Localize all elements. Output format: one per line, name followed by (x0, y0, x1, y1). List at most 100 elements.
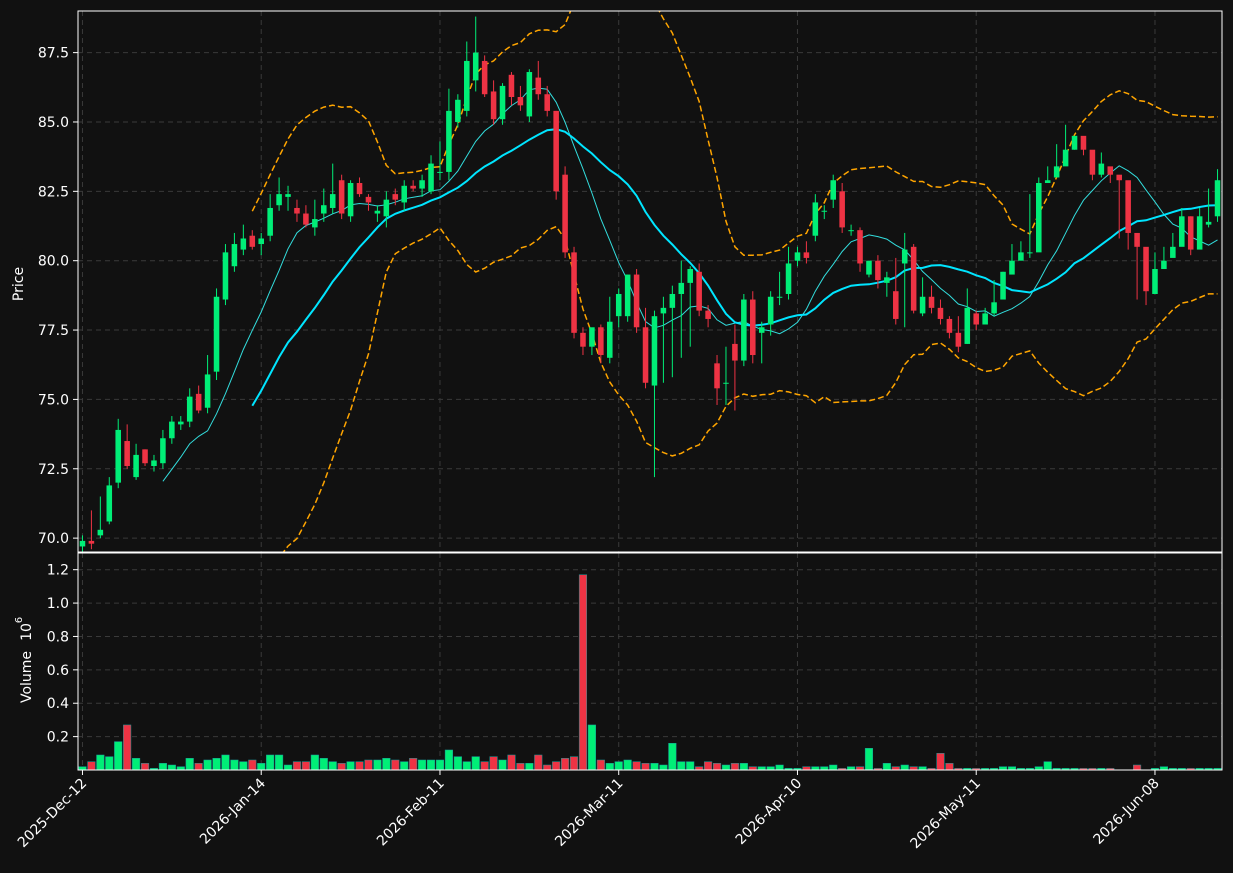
volume-bar (355, 761, 364, 770)
volume-bar (203, 759, 212, 770)
candle-body (428, 163, 434, 192)
volume-tick-label: 0.8 (47, 629, 69, 645)
candle-body (919, 296, 926, 314)
volume-bar (668, 743, 677, 770)
volume-bar (337, 763, 346, 770)
volume-bar (319, 758, 328, 770)
candle-body (88, 540, 95, 544)
candle-body (848, 230, 854, 232)
candle-body (204, 374, 211, 408)
candle-body (741, 299, 747, 361)
candle-body (1044, 180, 1051, 184)
volume-bar (507, 754, 516, 770)
candle-body (964, 307, 971, 344)
volume-bar (677, 761, 686, 770)
volume-tick-label: 1.2 (47, 563, 69, 579)
volume-bar (266, 754, 275, 770)
candle-body (276, 194, 282, 206)
candle-body (231, 244, 238, 267)
volume-tick-label: 1.0 (47, 596, 69, 612)
candle-body (240, 238, 247, 250)
candle-body (1098, 163, 1105, 175)
volume-bar (498, 759, 507, 770)
volume-bar (489, 756, 498, 770)
candle-body (437, 171, 443, 173)
volume-bar (855, 766, 865, 770)
candle-body (1170, 246, 1176, 258)
volume-bar (248, 759, 257, 770)
candle-body (1009, 260, 1015, 275)
volume-bar (534, 754, 543, 770)
volume-bar (1043, 761, 1052, 770)
candle-body (776, 296, 783, 298)
volume-bar (650, 763, 659, 770)
candle-body (544, 94, 550, 111)
volume-bar (945, 763, 954, 770)
price-tick-label: 87.5 (38, 46, 69, 62)
candle-body (115, 429, 121, 483)
candle-body (866, 260, 872, 275)
candle-body (991, 302, 997, 314)
candle-body (392, 194, 399, 200)
candle-body (1116, 174, 1122, 181)
volume-bar (704, 761, 713, 770)
volume-bar (132, 758, 141, 770)
candle-body (1196, 216, 1203, 250)
volume-bar (802, 766, 811, 770)
candle-body (410, 185, 416, 189)
volume-bar (569, 756, 579, 770)
volume-bar (373, 759, 382, 770)
candle-body (142, 449, 148, 464)
candle-body (186, 396, 193, 422)
candle-body (1107, 166, 1114, 175)
candle-body (160, 438, 166, 464)
volume-bar (596, 759, 605, 770)
volume-bar (936, 753, 945, 770)
chart-canvas: 70.0 72.5 75.0 77.5 80.0 82.5 85.0 87.5 0.2 0.4 0… (0, 0, 1233, 873)
candle-body (258, 238, 264, 245)
volume-bar (543, 764, 552, 770)
candle-body (758, 327, 765, 333)
candle-body (151, 460, 157, 466)
candle-body (1018, 252, 1024, 261)
candle-body (472, 52, 479, 81)
volume-bar (712, 763, 722, 770)
volume-bar (435, 759, 445, 770)
candle-body (955, 332, 962, 347)
volume-exponent-base: 10 (19, 623, 35, 641)
candle-body (794, 252, 801, 261)
price-tick-label: 75.0 (38, 392, 69, 408)
volume-bar (140, 763, 150, 770)
volume-bar (123, 724, 132, 770)
candle-body (571, 252, 577, 333)
volume-bar (730, 763, 739, 770)
volume-bar (167, 764, 176, 770)
candle-body (294, 207, 300, 214)
volume-bar (587, 724, 596, 770)
candle-body (901, 249, 908, 264)
volume-bar (310, 754, 319, 770)
volume-bar (471, 756, 480, 770)
volume-bar (748, 766, 757, 770)
candle-body (1152, 269, 1158, 294)
candle-body (329, 194, 336, 208)
candle-body (285, 194, 291, 197)
candle-body (553, 110, 559, 192)
candle-body (624, 274, 631, 317)
candle-body (169, 421, 175, 439)
price-tick-label: 80.0 (38, 254, 69, 270)
candle-body (1089, 149, 1096, 175)
volume-bar (686, 761, 695, 770)
candle-body (973, 313, 979, 325)
candle-body (446, 110, 452, 172)
candle-body (830, 180, 836, 200)
volume-bar (301, 761, 310, 770)
volume-bar (230, 759, 239, 770)
volume-bar (480, 761, 489, 770)
volume-bar (96, 754, 105, 770)
volume-tick-label: 0.4 (47, 696, 69, 712)
volume-bar (382, 758, 391, 770)
volume-bar (346, 761, 355, 770)
candle-body (696, 271, 702, 311)
volume-bar (641, 763, 650, 770)
